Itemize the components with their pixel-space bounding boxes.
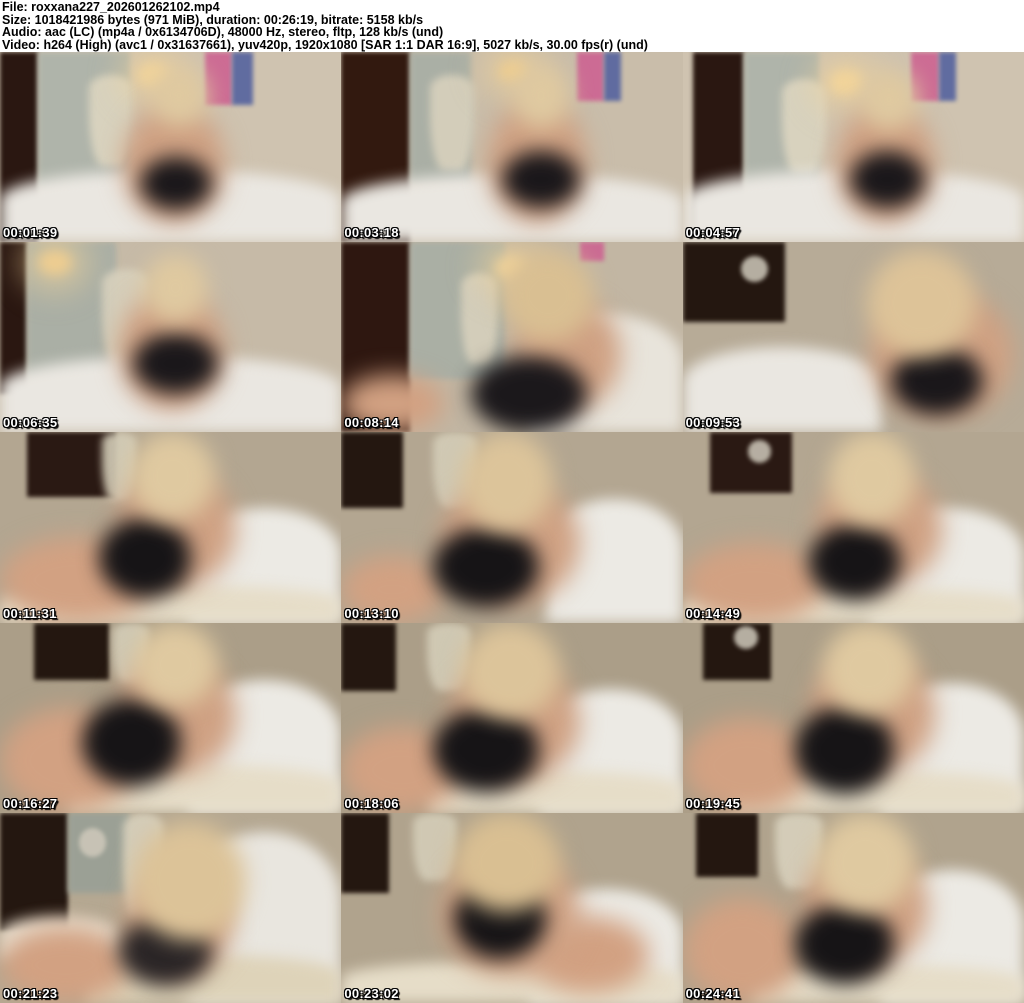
video-thumbnail-frame: 00:23:02 [341, 812, 683, 1003]
timestamp-overlay: 00:24:41 [685, 985, 741, 1001]
poster-shape [938, 52, 956, 102]
video-thumbnail-frame: 00:06:35 [0, 242, 342, 433]
timestamp-overlay: 00:16:27 [3, 795, 58, 811]
timestamp-overlay: 00:21:23 [3, 985, 58, 1001]
glow-shape [829, 69, 864, 96]
tree-shape [781, 78, 826, 174]
poster-shape [604, 52, 622, 102]
file-name-line: File: roxxana227_202601262102.mp4 [2, 0, 220, 14]
tree-shape [430, 74, 475, 170]
hair-shape [143, 253, 209, 323]
hair-shape [829, 432, 915, 524]
hair-shape [860, 69, 919, 130]
timestamp-overlay: 00:03:18 [344, 225, 399, 241]
timestamp-overlay: 00:06:35 [3, 415, 58, 431]
dark-shape [433, 527, 540, 608]
dark-shape [795, 706, 895, 794]
hair-shape [511, 63, 570, 129]
video-thumbnail-frame: 00:24:41 [682, 812, 1024, 1003]
poster-shape [204, 52, 233, 106]
dark-shape [433, 708, 540, 792]
door-shape [341, 432, 403, 509]
video-contact-sheet: File: roxxana227_202601262102.mp4 Size: … [0, 0, 1024, 1003]
door-shape [341, 622, 396, 692]
hair-shape [501, 249, 594, 342]
timestamp-overlay: 00:18:06 [344, 795, 399, 811]
video-thumbnail-frame: 00:09:53 [682, 242, 1024, 433]
poster-shape [576, 52, 605, 102]
door-shape [682, 242, 786, 323]
moon-shape [78, 828, 106, 857]
hair-shape [822, 622, 915, 714]
file-metadata-header: File: roxxana227_202601262102.mp4 Size: … [0, 0, 1024, 52]
timestamp-overlay: 00:14:49 [685, 605, 741, 621]
dark-shape [471, 356, 588, 433]
hair-shape [129, 432, 216, 520]
hair-shape [866, 249, 977, 357]
video-codec-line: Video: h264 (High) (avc1 / 0x31637661), … [2, 38, 648, 53]
hair-shape [453, 812, 560, 912]
door-shape [696, 812, 758, 878]
dark-shape [139, 156, 212, 210]
video-thumbnail-frame: 00:03:18 [341, 52, 683, 243]
dark-shape [98, 517, 192, 598]
poster-shape [232, 52, 253, 106]
video-thumbnail-frame: 00:19:45 [682, 622, 1024, 813]
hair-shape [133, 622, 219, 707]
dark-shape [795, 904, 895, 984]
video-thumbnail-frame: 00:14:49 [682, 432, 1024, 623]
moon-shape [747, 439, 772, 463]
dark-shape [890, 346, 984, 416]
video-thumbnail-frame: 00:11:31 [0, 432, 342, 623]
video-thumbnail-frame: 00:13:10 [341, 432, 683, 623]
door-shape [709, 432, 792, 494]
hair-shape [460, 622, 560, 718]
video-thumbnail-frame: 00:16:27 [0, 622, 342, 813]
glow-shape [37, 249, 72, 275]
moon-shape [740, 255, 768, 283]
hair-shape [815, 812, 915, 912]
dark-shape [501, 150, 581, 208]
timestamp-overlay: 00:11:31 [3, 605, 57, 621]
timestamp-overlay: 00:08:14 [344, 415, 399, 431]
moon-shape [733, 626, 758, 650]
video-thumbnail-frame: 00:18:06 [341, 622, 683, 813]
door-shape [341, 812, 390, 893]
video-thumbnail-frame: 00:01:39 [0, 52, 342, 243]
dark-shape [81, 698, 181, 787]
timestamp-overlay: 00:01:39 [3, 225, 58, 241]
dark-shape [849, 150, 925, 208]
dark-shape [808, 523, 902, 600]
timestamp-overlay: 00:04:57 [685, 225, 741, 241]
hair-shape [460, 432, 553, 532]
timestamp-overlay: 00:13:10 [344, 605, 399, 621]
door-shape [0, 812, 69, 931]
poster-shape [580, 242, 605, 262]
timestamp-overlay: 00:23:02 [344, 985, 399, 1001]
timestamp-overlay: 00:19:45 [685, 795, 741, 811]
video-thumbnail-frame: 00:08:14 [341, 242, 683, 433]
thumbnail-grid: 00:01:39 00:03:18 00:04:57 00:06:35 00:0… [0, 52, 1024, 1003]
hair-shape [133, 822, 246, 941]
video-thumbnail-frame: 00:04:57 [682, 52, 1024, 243]
door-shape [34, 622, 110, 680]
video-thumbnail-frame: 00:21:23 [0, 812, 342, 1003]
hair-shape [150, 65, 209, 127]
tree-shape [460, 272, 499, 364]
timestamp-overlay: 00:09:53 [685, 415, 741, 431]
tree-shape [413, 812, 458, 882]
